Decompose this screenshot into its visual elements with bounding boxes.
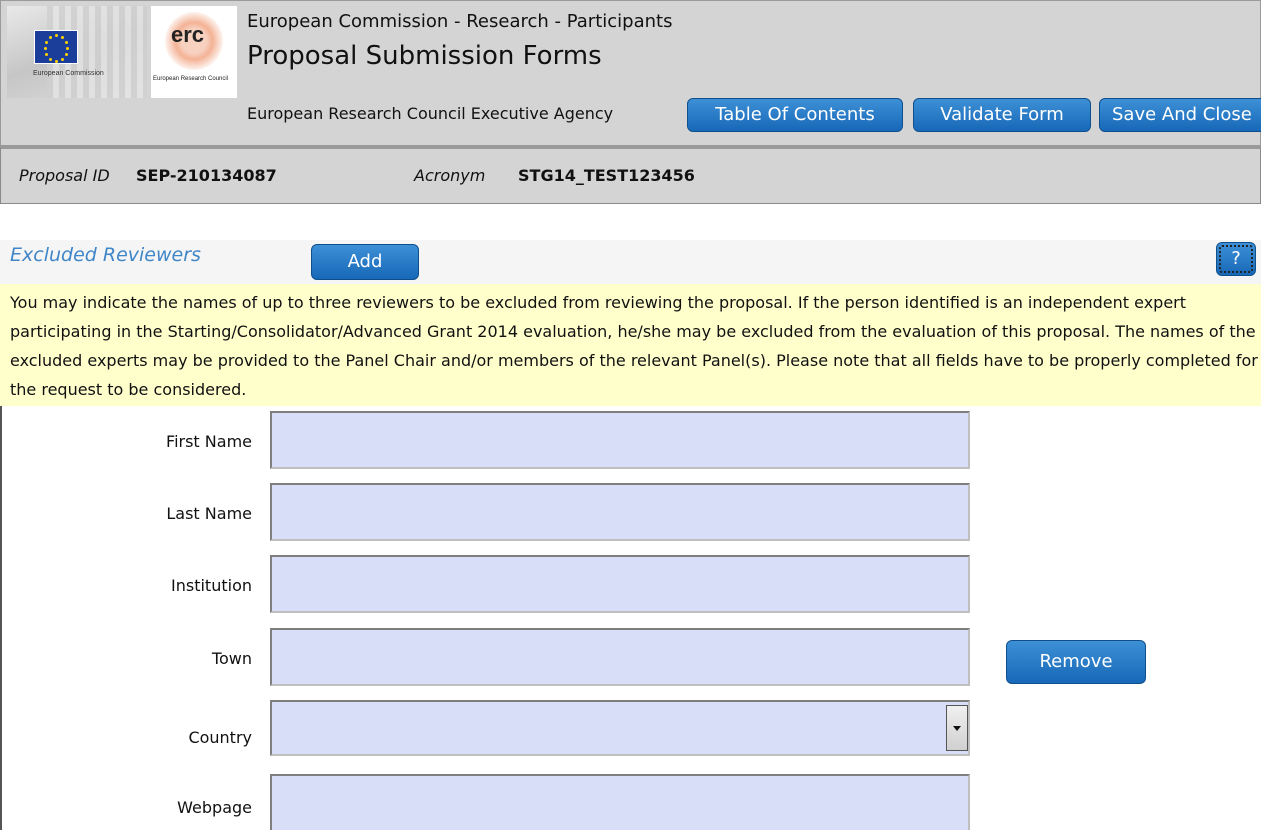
last-name-input[interactable]	[270, 483, 970, 541]
erc-logo-subtitle: European Research Council	[153, 76, 229, 82]
first-name-label: First Name	[166, 432, 252, 451]
country-dropdown-button[interactable]	[946, 705, 968, 751]
validate-form-button[interactable]: Validate Form	[913, 98, 1091, 132]
help-button[interactable]: ?	[1216, 242, 1256, 276]
save-and-close-button[interactable]: Save And Close	[1099, 98, 1261, 132]
proposal-info-bar: Proposal ID SEP-210134087 Acronym STG14_…	[0, 146, 1261, 204]
remove-reviewer-button[interactable]: Remove	[1006, 640, 1146, 684]
town-input[interactable]	[270, 628, 970, 686]
town-label: Town	[211, 649, 252, 668]
erc-logo: erc European Research Council	[151, 6, 237, 98]
table-of-contents-button[interactable]: Table Of Contents	[687, 98, 903, 132]
webpage-label: Webpage	[177, 798, 252, 817]
excluded-reviewers-header: Excluded Reviewers Add ?	[0, 240, 1261, 284]
page-title: Proposal Submission Forms	[247, 41, 602, 71]
proposal-id-label: Proposal ID	[19, 166, 110, 185]
proposal-id-value: SEP-210134087	[136, 166, 277, 185]
european-commission-logo: European Commission	[7, 6, 147, 98]
chevron-down-icon	[953, 725, 961, 731]
ec-logo-text: European Commission	[33, 70, 104, 77]
form-left-border	[0, 406, 2, 830]
institution-input[interactable]	[270, 555, 970, 613]
webpage-input[interactable]	[270, 774, 970, 830]
first-name-input[interactable]	[270, 411, 970, 469]
eu-flag-icon	[34, 30, 78, 64]
last-name-label: Last Name	[166, 504, 252, 523]
erc-logo-word: erc	[171, 22, 205, 47]
add-reviewer-button[interactable]: Add	[311, 244, 419, 280]
agency-name: European Research Council Executive Agen…	[247, 104, 614, 123]
instructions-notice: You may indicate the names of up to thre…	[0, 284, 1261, 406]
app-subtitle: European Commission - Research - Partici…	[247, 11, 673, 32]
section-title: Excluded Reviewers	[10, 244, 201, 266]
acronym-value: STG14_TEST123456	[518, 166, 695, 185]
institution-label: Institution	[171, 576, 252, 595]
app-header: European Commission erc European Researc…	[0, 0, 1261, 146]
country-select[interactable]	[270, 700, 970, 756]
acronym-label: Acronym	[414, 166, 486, 185]
country-label: Country	[188, 728, 252, 747]
